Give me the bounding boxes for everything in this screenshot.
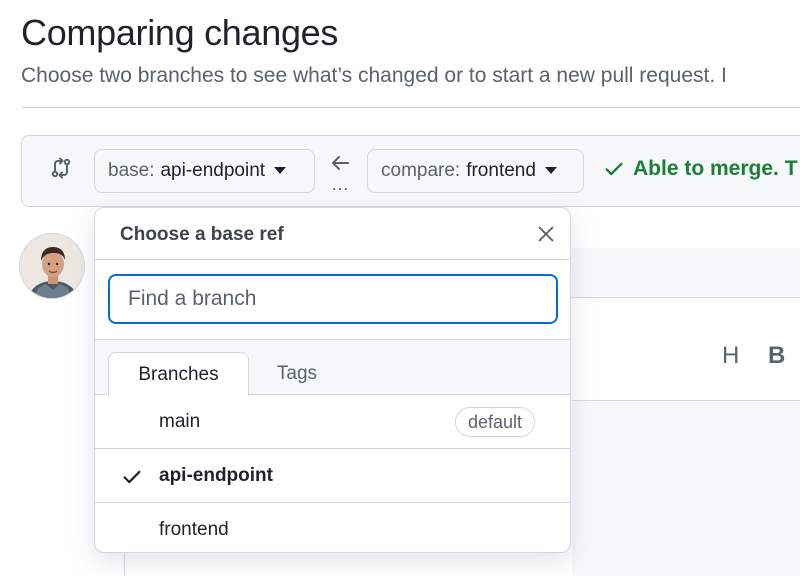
compare-branch-button[interactable]: compare: frontend	[367, 149, 584, 193]
dropdown-header: Choose a base ref	[95, 208, 570, 260]
tab-branches[interactable]: Branches	[108, 352, 249, 396]
check-icon	[123, 470, 141, 484]
base-branch-name: api-endpoint	[160, 160, 266, 181]
branch-item-api-endpoint[interactable]: api-endpoint	[95, 449, 570, 503]
git-compare-icon	[51, 157, 71, 179]
close-icon[interactable]	[535, 223, 557, 245]
tab-tags[interactable]: Tags	[249, 352, 345, 396]
dropdown-filter	[95, 260, 570, 340]
heading-tool-button[interactable]: H	[722, 342, 739, 370]
merge-status-text: Able to merge. T	[633, 157, 798, 180]
branch-name: api-endpoint	[159, 464, 273, 486]
default-badge: default	[455, 407, 536, 437]
caret-down-icon	[274, 166, 287, 174]
compare-branch-name: frontend	[466, 160, 536, 181]
caret-down-icon	[544, 166, 557, 174]
ellipsis-icon: …	[331, 174, 350, 194]
base-prefix: base:	[108, 160, 155, 181]
branch-search-input[interactable]	[108, 274, 558, 324]
title-divider	[21, 107, 800, 108]
branch-name: main	[159, 410, 201, 432]
avatar	[19, 233, 85, 299]
base-ref-dropdown: Choose a base ref Branches Tags main def…	[94, 207, 571, 553]
arrow-left-icon	[332, 156, 349, 170]
page-title: Comparing changes	[21, 12, 339, 53]
branch-name: frontend	[159, 519, 229, 540]
base-branch-button[interactable]: base: api-endpoint	[94, 149, 315, 193]
compare-prefix: compare:	[381, 160, 461, 181]
branch-item-frontend[interactable]: frontend	[95, 503, 570, 552]
check-icon	[605, 162, 623, 176]
description-textarea[interactable]	[572, 401, 800, 576]
merge-status: Able to merge. T	[603, 157, 798, 181]
page-subtitle: Choose two branches to see what’s change…	[21, 64, 727, 87]
ref-type-tabs: Branches Tags	[95, 340, 570, 396]
branch-item-main[interactable]: main default	[95, 395, 570, 449]
bold-tool-button[interactable]: B	[768, 342, 785, 370]
dropdown-title: Choose a base ref	[120, 224, 284, 245]
avatar-image	[20, 234, 84, 298]
